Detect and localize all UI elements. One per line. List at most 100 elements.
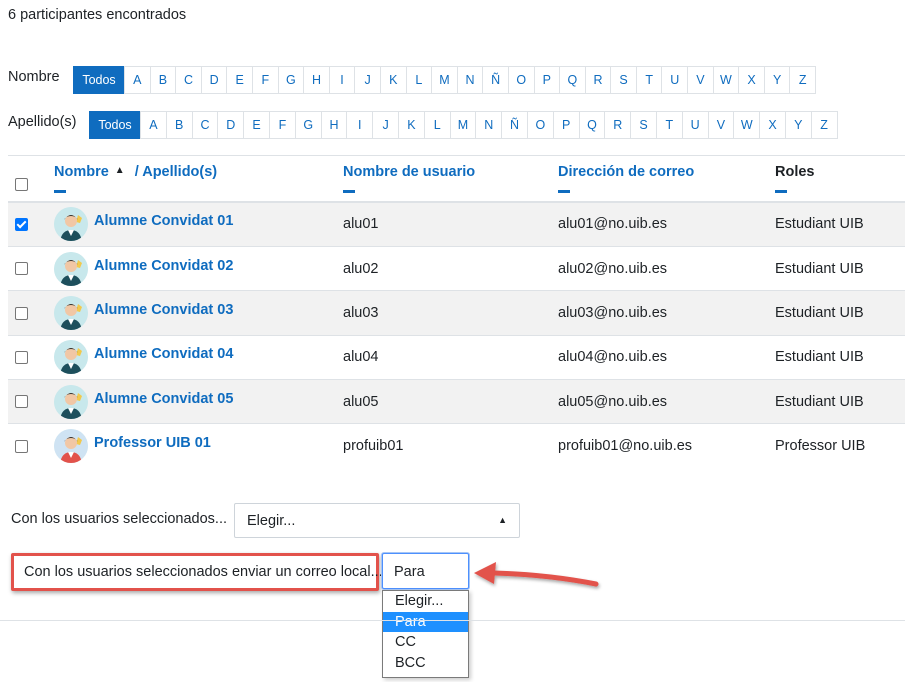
initial-filter-letter[interactable]: E: [226, 66, 253, 94]
initial-filter-letter[interactable]: Z: [789, 66, 817, 94]
initial-filter-letter[interactable]: N: [456, 66, 484, 94]
initial-filter-letter[interactable]: A: [140, 111, 167, 139]
initial-filter-letter[interactable]: Y: [784, 111, 812, 139]
initial-filter-letter[interactable]: T: [635, 66, 663, 94]
user-avatar-icon[interactable]: [54, 429, 88, 464]
initial-filter-letter[interactable]: I: [328, 66, 356, 94]
participant-name-link[interactable]: Alumne Convidat 01: [94, 213, 233, 229]
collapse-column-icon[interactable]: [54, 190, 66, 193]
participant-name-link[interactable]: Alumne Convidat 03: [94, 302, 233, 318]
user-avatar-icon[interactable]: [54, 207, 88, 242]
initial-filter-letter[interactable]: B: [165, 111, 193, 139]
initial-filter-letter[interactable]: B: [149, 66, 177, 94]
initial-filter-letter[interactable]: N: [475, 111, 503, 139]
user-avatar-icon[interactable]: [54, 295, 88, 330]
initial-filter-letter[interactable]: L: [423, 111, 451, 139]
initial-filter-letter[interactable]: S: [610, 66, 637, 94]
recipient-type-select[interactable]: Para: [382, 553, 469, 589]
initial-filter-letter[interactable]: Q: [559, 66, 586, 94]
participant-name-link[interactable]: Alumne Convidat 05: [94, 391, 233, 407]
initial-filter-letter[interactable]: X: [738, 66, 765, 94]
initial-filter-letter[interactable]: W: [733, 111, 761, 139]
role-cell[interactable]: Estudiant UIB: [775, 245, 905, 291]
collapse-column-icon[interactable]: [343, 190, 355, 193]
participant-name-link[interactable]: Alumne Convidat 02: [94, 258, 233, 274]
initial-filter-letter[interactable]: Y: [763, 66, 791, 94]
initial-filter-letter[interactable]: O: [507, 66, 535, 94]
user-avatar-icon[interactable]: [54, 340, 88, 375]
initial-filter-letter[interactable]: L: [405, 66, 433, 94]
initial-filter-letter[interactable]: X: [759, 111, 786, 139]
initial-filter-letter[interactable]: F: [268, 111, 296, 139]
row-checkbox[interactable]: [15, 262, 28, 276]
role-cell[interactable]: Estudiant UIB: [775, 201, 905, 247]
initial-filter-letter[interactable]: C: [175, 66, 202, 94]
initial-filter-letter[interactable]: Z: [810, 111, 838, 139]
initial-filter-letter[interactable]: H: [320, 111, 348, 139]
initial-filter-letter[interactable]: M: [431, 66, 458, 94]
initial-filter-letter[interactable]: O: [526, 111, 554, 139]
initial-filter-letter[interactable]: V: [707, 111, 735, 139]
initial-filter-letter[interactable]: P: [552, 111, 580, 139]
initial-filter-letter[interactable]: T: [655, 111, 683, 139]
initial-filter-letter[interactable]: F: [251, 66, 279, 94]
sort-username-link[interactable]: Nombre de usuario: [343, 164, 475, 180]
initial-filter-letter[interactable]: I: [346, 111, 374, 139]
initial-filter-letter[interactable]: D: [217, 111, 245, 139]
initial-filter-all[interactable]: Todos: [89, 111, 141, 139]
initial-filter-letter[interactable]: Ñ: [482, 66, 509, 94]
row-checkbox[interactable]: [15, 306, 28, 320]
initial-filter-letter[interactable]: U: [681, 111, 709, 139]
initial-filter-letter[interactable]: D: [200, 66, 228, 94]
sort-email-link[interactable]: Dirección de correo: [558, 164, 694, 180]
firstname-letter-list: Todos A B C D E F G H I J K L M N Ñ O P Q R S T U V W X Y Z: [73, 66, 817, 94]
user-avatar-icon[interactable]: [54, 251, 88, 286]
select-all-checkbox[interactable]: [15, 178, 28, 192]
initial-filter-letter[interactable]: W: [712, 66, 740, 94]
row-checkbox[interactable]: [15, 351, 28, 365]
initial-filter-letter[interactable]: P: [533, 66, 561, 94]
initial-filter-all[interactable]: Todos: [73, 66, 125, 94]
initial-filter-letter[interactable]: E: [243, 111, 270, 139]
recipient-type-option[interactable]: Elegir...: [383, 591, 468, 612]
initial-filter-letter[interactable]: S: [630, 111, 657, 139]
initial-filter-letter[interactable]: H: [303, 66, 330, 94]
initial-filter-letter[interactable]: R: [604, 111, 632, 139]
role-cell[interactable]: Professor UIB: [775, 423, 905, 468]
initial-filter-letter[interactable]: K: [397, 111, 425, 139]
initial-filter-letter[interactable]: J: [372, 111, 399, 139]
bulk-action-select[interactable]: Elegir... ▲: [234, 503, 520, 538]
initial-filter-letter[interactable]: M: [449, 111, 477, 139]
initial-filter-letter[interactable]: Ñ: [501, 111, 528, 139]
initial-filter-letter[interactable]: G: [294, 111, 322, 139]
username-cell: profuib01: [343, 423, 558, 468]
participant-name-link[interactable]: Alumne Convidat 04: [94, 346, 233, 362]
initial-filter-letter[interactable]: R: [584, 66, 612, 94]
collapse-column-icon[interactable]: [558, 190, 570, 193]
sort-ascending-icon: ▲: [114, 165, 125, 176]
initial-filter-letter[interactable]: Q: [578, 111, 606, 139]
role-cell[interactable]: Estudiant UIB: [775, 379, 905, 424]
initial-filter-letter[interactable]: U: [661, 66, 689, 94]
participant-name-link[interactable]: Professor UIB 01: [94, 435, 211, 451]
sort-firstname-link[interactable]: Nombre: [54, 164, 109, 180]
initial-filter-letter[interactable]: K: [379, 66, 407, 94]
recipient-type-option[interactable]: BCC: [383, 653, 468, 674]
row-checkbox[interactable]: [15, 395, 28, 409]
recipient-type-option[interactable]: Para: [383, 611, 468, 632]
row-checkbox[interactable]: [15, 439, 28, 453]
participant-name-cell: Professor UIB 01: [54, 423, 343, 468]
email-cell: alu05@no.uib.es: [558, 379, 775, 424]
initial-filter-letter[interactable]: C: [191, 111, 219, 139]
initial-filter-letter[interactable]: V: [687, 66, 714, 94]
initial-filter-letter[interactable]: G: [277, 66, 305, 94]
user-avatar-icon[interactable]: [54, 384, 88, 419]
row-checkbox[interactable]: [15, 217, 28, 231]
recipient-type-option[interactable]: CC: [383, 632, 468, 653]
collapse-column-icon[interactable]: [775, 190, 787, 193]
role-cell[interactable]: Estudiant UIB: [775, 334, 905, 380]
role-cell[interactable]: Estudiant UIB: [775, 290, 905, 336]
initial-filter-letter[interactable]: A: [124, 66, 151, 94]
initial-filter-letter[interactable]: J: [354, 66, 381, 94]
sort-lastname-link[interactable]: / Apellido(s): [135, 164, 217, 180]
